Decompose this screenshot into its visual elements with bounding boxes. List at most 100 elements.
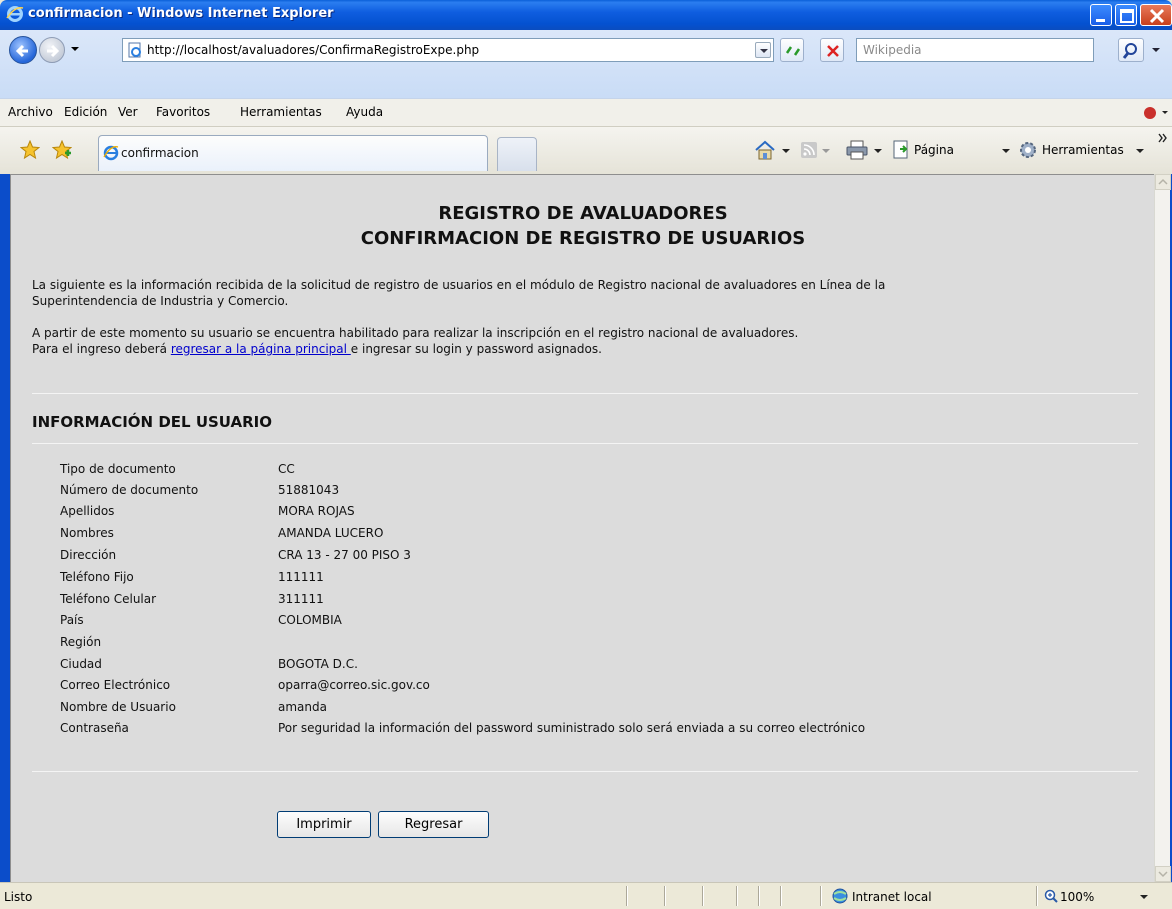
add-favorite-icon[interactable]	[52, 140, 72, 160]
field-value: CC	[278, 462, 295, 476]
search-input[interactable]: Wikipedia	[856, 38, 1094, 62]
field-label: País	[60, 613, 84, 627]
refresh-icon	[785, 46, 801, 56]
menu-favoritos[interactable]: Favoritos	[156, 105, 210, 119]
new-tab-button[interactable]	[497, 137, 537, 171]
status-separator	[626, 886, 628, 906]
refresh-button[interactable]	[780, 38, 804, 62]
page-menu-label[interactable]: Página	[914, 143, 954, 157]
status-separator	[780, 886, 782, 906]
main-page-link[interactable]: regresar a la página principal	[171, 342, 351, 356]
status-separator	[702, 886, 704, 906]
field-label: Teléfono Fijo	[60, 570, 134, 584]
gear-icon[interactable]	[1018, 140, 1038, 160]
menu-edicion[interactable]: Edición	[64, 105, 107, 119]
print-icon[interactable]	[846, 140, 868, 160]
status-bar: Listo Intranet local 100%	[0, 882, 1172, 909]
intro-text-line2: Superintendencia de Industria y Comercio…	[32, 294, 289, 308]
divider-section	[32, 443, 1138, 444]
login-suffix: e ingresar su login y password asignados…	[350, 342, 602, 356]
zoom-icon	[1044, 889, 1058, 903]
field-label: Teléfono Celular	[60, 592, 157, 606]
home-icon[interactable]	[754, 139, 776, 161]
field-label: Dirección	[60, 548, 117, 562]
field-value: oparra@correo.sic.gov.co	[278, 678, 430, 692]
page-menu-icon[interactable]	[892, 140, 910, 160]
field-label: Tipo de documento	[60, 462, 176, 476]
maximize-icon	[1120, 9, 1134, 23]
window-title: confirmacion - Windows Internet Explorer	[28, 6, 334, 21]
field-label: Correo Electrónico	[60, 678, 171, 692]
feeds-icon[interactable]	[800, 141, 818, 159]
search-button[interactable]	[1118, 38, 1144, 62]
menu-archivo[interactable]: Archivo	[8, 105, 53, 119]
field-label: Número de documento	[60, 483, 199, 497]
zoom-dropdown-icon[interactable]	[1140, 893, 1148, 901]
history-dropdown-icon[interactable]	[70, 44, 80, 54]
stop-button[interactable]	[820, 38, 844, 62]
field-label: Nombre de Usuario	[60, 700, 176, 714]
tools-menu-label[interactable]: Herramientas	[1042, 143, 1124, 157]
window-frame-left	[0, 174, 10, 882]
minimize-icon	[1096, 19, 1105, 22]
status-separator	[664, 886, 666, 906]
field-value: MORA ROJAS	[278, 504, 355, 518]
minimize-button[interactable]	[1090, 4, 1112, 26]
status-text: Listo	[4, 890, 33, 904]
search-options-icon[interactable]	[1150, 44, 1162, 56]
stop-icon	[827, 45, 839, 57]
field-value: AMANDA LUCERO	[278, 526, 384, 540]
back-button[interactable]	[9, 36, 37, 64]
menu-ver[interactable]: Ver	[118, 105, 138, 119]
page-title: REGISTRO DE AVALUADORES	[438, 203, 728, 224]
tools-dropdown-icon[interactable]	[1136, 147, 1144, 155]
favorites-star-icon[interactable]	[20, 140, 40, 160]
ie-tab-icon	[103, 145, 119, 161]
field-value: amanda	[278, 700, 327, 714]
toolbar-overflow-icon[interactable]	[1158, 133, 1168, 143]
feeds-dropdown-icon[interactable]	[822, 147, 830, 155]
scroll-down-button[interactable]	[1155, 866, 1171, 882]
enabled-text: A partir de este momento su usuario se e…	[32, 326, 799, 340]
field-label: Región	[60, 635, 102, 649]
vertical-scrollbar[interactable]	[1154, 174, 1171, 882]
chevron-down-icon	[1158, 871, 1168, 878]
search-icon	[1122, 43, 1137, 59]
page-dropdown-icon[interactable]	[1002, 147, 1010, 155]
scroll-up-button[interactable]	[1155, 174, 1171, 190]
menu-herramientas[interactable]: Herramientas	[240, 105, 322, 119]
field-label: Apellidos	[60, 504, 115, 518]
login-instructions: Para el ingreso deberá regresar a la pág…	[32, 341, 602, 357]
close-button[interactable]	[1140, 4, 1172, 26]
field-value: BOGOTA D.C.	[278, 657, 358, 671]
back-button-page[interactable]: Regresar	[378, 811, 489, 838]
print-dropdown-icon[interactable]	[874, 147, 882, 155]
field-label: Contraseña	[60, 721, 129, 735]
address-toolbar: http://localhost/avaluadores/ConfirmaReg…	[0, 30, 1172, 98]
zoom-level[interactable]: 100%	[1060, 890, 1094, 904]
address-dropdown-button[interactable]	[755, 42, 771, 58]
tab-confirmacion[interactable]: confirmacion	[98, 135, 488, 171]
page-content: REGISTRO DE AVALUADORES CONFIRMACION DE …	[10, 174, 1154, 882]
forward-button[interactable]	[39, 37, 65, 63]
forward-arrow-icon	[47, 44, 60, 58]
login-prefix: Para el ingreso deberá	[32, 342, 171, 356]
tab-toolbar: confirmacion Página Herramientas	[0, 126, 1172, 174]
status-separator	[758, 886, 760, 906]
menu-ayuda[interactable]: Ayuda	[346, 105, 383, 119]
security-zone[interactable]: Intranet local	[852, 890, 932, 904]
chevron-down-icon	[760, 49, 768, 53]
status-separator	[820, 886, 822, 906]
section-title: INFORMACIÓN DEL USUARIO	[32, 413, 273, 431]
home-dropdown-icon[interactable]	[782, 147, 790, 155]
back-arrow-icon	[15, 44, 28, 58]
pdf-addon-icon[interactable]	[1142, 104, 1168, 122]
field-label: Ciudad	[60, 657, 102, 671]
intro-text-line1: La siguiente es la información recibida …	[32, 278, 886, 292]
print-button[interactable]: Imprimir	[277, 811, 371, 838]
close-icon	[1149, 8, 1165, 24]
field-value: COLOMBIA	[278, 613, 342, 627]
maximize-button[interactable]	[1115, 4, 1137, 26]
address-field[interactable]: http://localhost/avaluadores/ConfirmaReg…	[122, 38, 774, 62]
field-value: 51881043	[278, 483, 340, 497]
